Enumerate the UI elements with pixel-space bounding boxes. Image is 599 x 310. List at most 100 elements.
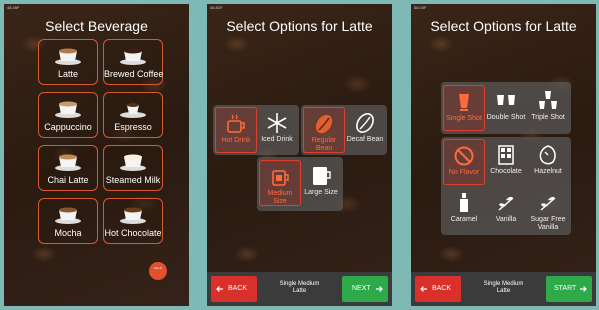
beverage-tile-espresso[interactable]: Espresso bbox=[103, 92, 163, 138]
bottom-bar: BACK Single Medium Latte NEXT bbox=[207, 272, 392, 306]
vanilla-icon bbox=[498, 196, 514, 211]
option-label: Caramel bbox=[450, 216, 478, 223]
beverage-label: Brewed Coffee bbox=[104, 69, 164, 79]
coffee-cup-icon bbox=[55, 48, 81, 65]
option-label: Iced Drink bbox=[261, 136, 293, 143]
order-summary: Single Medium Latte bbox=[461, 281, 546, 295]
beverage-label: Espresso bbox=[114, 122, 152, 132]
option-iced-drink[interactable]: Iced Drink bbox=[256, 107, 298, 153]
size-options-panel: Medium Size Large Size bbox=[257, 157, 343, 211]
order-summary: Single Medium Latte bbox=[257, 281, 342, 295]
option-no-flavor[interactable]: No Flavor bbox=[443, 139, 485, 185]
shot-glass-icon bbox=[539, 91, 557, 109]
beverage-label: Hot Chocolate bbox=[104, 228, 162, 238]
option-label: Regular Bean bbox=[311, 137, 337, 152]
bean-options-panel: Regular Bean Decaf Bean bbox=[301, 105, 387, 155]
coffee-cup-icon bbox=[55, 101, 81, 118]
option-decaf-bean[interactable]: Decaf Bean bbox=[344, 107, 386, 153]
arrow-right-icon bbox=[580, 286, 587, 292]
temperature-options-panel: Hot Drink Iced Drink bbox=[213, 105, 299, 155]
option-label: Sugar Free Vanilla bbox=[530, 216, 566, 231]
option-label: Chocolate bbox=[490, 168, 522, 175]
beverage-label: Chai Latte bbox=[47, 175, 89, 185]
option-medium-size[interactable]: Medium Size bbox=[259, 160, 301, 206]
beverage-tile-steamed-milk[interactable]: Steamed Milk bbox=[103, 145, 163, 191]
option-label: Vanilla bbox=[495, 216, 517, 223]
shot-options-panel: Single Shot Double Shot Triple Shot bbox=[441, 82, 571, 134]
shot-glass-icon bbox=[459, 94, 469, 111]
flavor-options-panel: No Flavor Chocolate Hazelnut Caramel Van… bbox=[441, 137, 571, 235]
beverage-tile-chai-latte[interactable]: Chai Latte bbox=[38, 145, 98, 191]
summary-line-1: Single Medium bbox=[483, 281, 524, 287]
coffee-cup-icon bbox=[55, 207, 81, 224]
syrup-bottle-icon bbox=[460, 193, 468, 212]
arrow-left-icon bbox=[216, 286, 223, 292]
option-label: No Flavor bbox=[448, 169, 480, 176]
screen-select-options-1: 46.81F Select Options for Latte Hot Drin… bbox=[207, 4, 392, 306]
large-cup-icon bbox=[313, 167, 331, 185]
beverage-tile-hot-chocolate[interactable]: Hot Chocolate bbox=[103, 198, 163, 244]
status-text: 48.45F bbox=[7, 5, 20, 10]
help-button[interactable]: HELP bbox=[149, 262, 167, 280]
bottom-bar: BACK Single Medium Latte START bbox=[411, 272, 596, 306]
coffee-cup-icon bbox=[120, 48, 146, 65]
beverage-label: Mocha bbox=[54, 228, 82, 238]
screen-select-beverage: 48.45F Select Beverage Latte Brewed Coff… bbox=[4, 4, 189, 306]
option-label: Large Size bbox=[304, 189, 338, 196]
option-label: Decaf Bean bbox=[346, 136, 384, 143]
chocolate-icon bbox=[498, 145, 514, 165]
option-label: Triple Shot bbox=[531, 114, 565, 121]
beverage-label: Cappuccino bbox=[44, 122, 92, 132]
shot-glass-icon bbox=[497, 95, 515, 105]
summary-line-1: Single Medium bbox=[279, 281, 320, 287]
next-button[interactable]: NEXT bbox=[342, 276, 388, 302]
page-title: Select Beverage bbox=[45, 18, 148, 34]
option-caramel[interactable]: Caramel bbox=[443, 187, 485, 233]
option-label: Single Shot bbox=[446, 115, 482, 122]
option-double-shot[interactable]: Double Shot bbox=[485, 85, 527, 131]
start-button[interactable]: START bbox=[546, 276, 592, 302]
screen-select-options-2: 56.03F Select Options for Latte Single S… bbox=[411, 4, 596, 306]
coffee-cup-icon bbox=[120, 103, 146, 118]
arrow-right-icon bbox=[376, 286, 383, 292]
beverage-label: Steamed Milk bbox=[105, 175, 161, 185]
snowflake-icon bbox=[267, 113, 287, 133]
summary-line-2: Latte bbox=[292, 288, 307, 294]
coffee-cup-icon bbox=[120, 154, 146, 171]
option-regular-bean[interactable]: Regular Bean bbox=[303, 107, 345, 153]
beverage-tile-cappuccino[interactable]: Cappuccino bbox=[38, 92, 98, 138]
hot-cup-icon bbox=[227, 114, 245, 133]
page-title: Select Options for Latte bbox=[430, 18, 577, 34]
next-button-label: NEXT bbox=[352, 285, 371, 292]
option-sugar-free-vanilla[interactable]: Sugar Free Vanilla bbox=[527, 187, 569, 233]
coffee-bean-icon bbox=[356, 113, 374, 133]
option-single-shot[interactable]: Single Shot bbox=[443, 85, 485, 131]
option-triple-shot[interactable]: Triple Shot bbox=[527, 85, 569, 131]
back-button-label: BACK bbox=[228, 285, 248, 292]
start-button-label: START bbox=[554, 285, 577, 292]
option-label: Medium Size bbox=[267, 190, 293, 205]
arrow-left-icon bbox=[420, 286, 427, 292]
option-chocolate[interactable]: Chocolate bbox=[485, 139, 527, 185]
vanilla-icon bbox=[540, 196, 556, 211]
status-text: 46.81F bbox=[210, 5, 223, 10]
page-title: Select Options for Latte bbox=[226, 18, 373, 34]
option-large-size[interactable]: Large Size bbox=[300, 160, 342, 206]
option-label: Hazelnut bbox=[534, 168, 562, 175]
back-button[interactable]: BACK bbox=[211, 276, 257, 302]
option-hot-drink[interactable]: Hot Drink bbox=[215, 107, 257, 153]
back-button[interactable]: BACK bbox=[415, 276, 461, 302]
beverage-tile-mocha[interactable]: Mocha bbox=[38, 198, 98, 244]
option-label: Hot Drink bbox=[221, 137, 251, 144]
status-text: 56.03F bbox=[414, 5, 427, 10]
coffee-cup-icon bbox=[55, 154, 81, 171]
medium-cup-icon bbox=[272, 170, 289, 186]
option-hazelnut[interactable]: Hazelnut bbox=[527, 139, 569, 185]
coffee-bean-icon bbox=[315, 114, 333, 134]
coffee-cup-icon bbox=[120, 207, 146, 224]
back-button-label: BACK bbox=[432, 285, 452, 292]
option-label: Double Shot bbox=[486, 114, 526, 121]
option-vanilla[interactable]: Vanilla bbox=[485, 187, 527, 233]
beverage-tile-brewed-coffee[interactable]: Brewed Coffee bbox=[103, 39, 163, 85]
beverage-tile-latte[interactable]: Latte bbox=[38, 39, 98, 85]
